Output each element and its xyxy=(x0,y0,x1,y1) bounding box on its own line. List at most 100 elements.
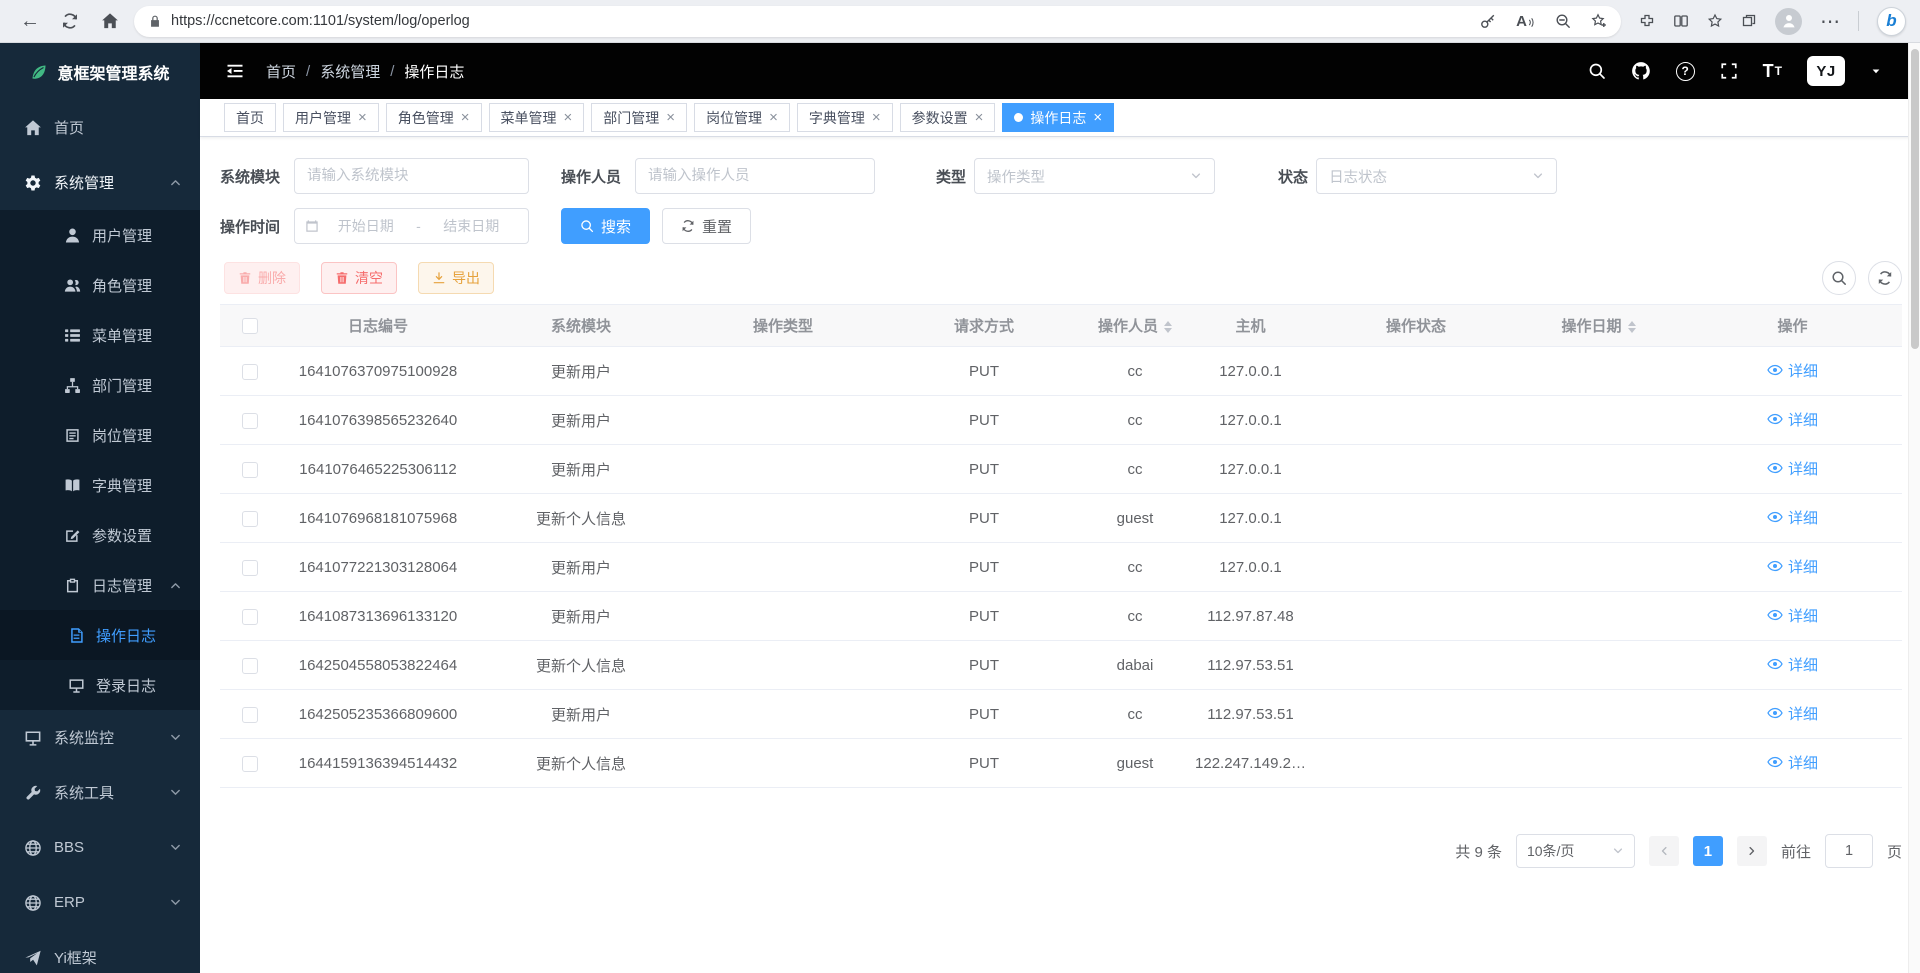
row-checkbox[interactable] xyxy=(242,511,258,527)
module-input[interactable] xyxy=(294,158,529,194)
row-checkbox[interactable] xyxy=(242,560,258,576)
close-icon[interactable]: × xyxy=(666,110,675,125)
copilot-icon[interactable]: b xyxy=(1877,7,1906,36)
col-operator[interactable]: 操作人员 xyxy=(1087,305,1183,347)
detail-link[interactable]: 详细 xyxy=(1767,703,1818,724)
github-icon[interactable] xyxy=(1631,61,1651,81)
sidebar-toggle-icon[interactable] xyxy=(222,58,248,84)
scrollbar[interactable] xyxy=(1908,43,1920,973)
browser-back-icon[interactable]: ← xyxy=(14,5,46,37)
tab-dept-mgmt[interactable]: 部门管理× xyxy=(591,103,687,132)
sidebar-item-role-mgmt[interactable]: 角色管理 xyxy=(0,260,200,310)
sidebar-item-system-monitor[interactable]: 系统监控 xyxy=(0,710,200,765)
font-size-icon[interactable]: TT xyxy=(1763,61,1782,82)
close-icon[interactable]: × xyxy=(1093,110,1102,125)
prev-page-button[interactable] xyxy=(1649,836,1679,866)
close-icon[interactable]: × xyxy=(461,110,470,125)
row-checkbox[interactable] xyxy=(242,364,258,380)
tab-param-settings[interactable]: 参数设置× xyxy=(900,103,996,132)
clear-button[interactable]: 清空 xyxy=(321,262,397,294)
page-size-select[interactable]: 10条/页 xyxy=(1516,834,1635,868)
detail-link[interactable]: 详细 xyxy=(1767,360,1818,381)
detail-link[interactable]: 详细 xyxy=(1767,458,1818,479)
tab-operlog[interactable]: 操作日志× xyxy=(1002,103,1114,132)
tab-role-mgmt[interactable]: 角色管理× xyxy=(386,103,482,132)
sort-carets[interactable] xyxy=(1164,321,1172,333)
close-icon[interactable]: × xyxy=(358,110,367,125)
address-bar[interactable]: https://ccnetcore.com:1101/system/log/op… xyxy=(134,6,1621,37)
toggle-search-button[interactable] xyxy=(1822,261,1856,295)
tab-dict-mgmt[interactable]: 字典管理× xyxy=(797,103,893,132)
status-select[interactable]: 日志状态 xyxy=(1316,158,1557,194)
delete-button[interactable]: 删除 xyxy=(224,262,300,294)
detail-link[interactable]: 详细 xyxy=(1767,605,1818,626)
add-favorite-icon[interactable] xyxy=(1591,12,1607,30)
row-checkbox[interactable] xyxy=(242,707,258,723)
detail-link[interactable]: 详细 xyxy=(1767,556,1818,577)
detail-link[interactable]: 详细 xyxy=(1767,409,1818,430)
browser-refresh-icon[interactable] xyxy=(54,5,86,37)
breadcrumb-home[interactable]: 首页 xyxy=(266,61,296,82)
tab-user-mgmt[interactable]: 用户管理× xyxy=(283,103,379,132)
detail-link[interactable]: 详细 xyxy=(1767,507,1818,528)
export-button[interactable]: 导出 xyxy=(418,262,494,294)
row-checkbox[interactable] xyxy=(242,756,258,772)
help-icon[interactable]: ? xyxy=(1676,62,1695,81)
sidebar-item-user-mgmt[interactable]: 用户管理 xyxy=(0,210,200,260)
zoom-icon[interactable] xyxy=(1555,12,1571,30)
user-avatar[interactable]: YJ xyxy=(1807,56,1845,86)
close-icon[interactable]: × xyxy=(564,110,573,125)
detail-link[interactable]: 详细 xyxy=(1767,752,1818,773)
sidebar-item-loginlog[interactable]: 登录日志 xyxy=(0,660,200,710)
sidebar-item-system-tools[interactable]: 系统工具 xyxy=(0,765,200,820)
tab-post-mgmt[interactable]: 岗位管理× xyxy=(694,103,790,132)
scrollbar-thumb[interactable] xyxy=(1911,49,1919,349)
sidebar-item-yi-framework[interactable]: Yi框架 xyxy=(0,930,200,973)
close-icon[interactable]: × xyxy=(769,110,778,125)
sidebar-item-menu-mgmt[interactable]: 菜单管理 xyxy=(0,310,200,360)
row-checkbox[interactable] xyxy=(242,609,258,625)
search-button[interactable]: 搜索 xyxy=(561,208,650,244)
breadcrumb-system-mgmt[interactable]: 系统管理 xyxy=(320,61,380,82)
col-date[interactable]: 操作日期 xyxy=(1514,305,1683,347)
sidebar-item-operlog[interactable]: 操作日志 xyxy=(0,610,200,660)
next-page-button[interactable] xyxy=(1737,836,1767,866)
browser-more-icon[interactable]: ⋯ xyxy=(1820,9,1840,34)
search-icon[interactable] xyxy=(1588,62,1606,80)
password-key-icon[interactable] xyxy=(1480,12,1496,30)
url-text[interactable]: https://ccnetcore.com:1101/system/log/op… xyxy=(171,13,470,29)
detail-link[interactable]: 详细 xyxy=(1767,654,1818,675)
sidebar-item-system-mgmt[interactable]: 系统管理 xyxy=(0,155,200,210)
tab-menu-mgmt[interactable]: 菜单管理× xyxy=(489,103,585,132)
browser-home-icon[interactable] xyxy=(94,5,126,37)
sidebar-item-bbs[interactable]: BBS xyxy=(0,820,200,875)
close-icon[interactable]: × xyxy=(872,110,881,125)
goto-page-input[interactable] xyxy=(1825,834,1873,868)
sort-carets[interactable] xyxy=(1628,321,1636,333)
sidebar-item-dept-mgmt[interactable]: 部门管理 xyxy=(0,360,200,410)
sidebar-item-param-settings[interactable]: 参数设置 xyxy=(0,510,200,560)
tab-home[interactable]: 首页 xyxy=(224,103,276,132)
select-all-checkbox[interactable] xyxy=(242,318,258,334)
fullscreen-icon[interactable] xyxy=(1720,62,1738,80)
sidebar-item-home[interactable]: 首页 xyxy=(0,100,200,155)
chevron-down-icon[interactable] xyxy=(1870,65,1882,77)
split-screen-icon[interactable] xyxy=(1673,12,1689,30)
sidebar-item-log-mgmt[interactable]: 日志管理 xyxy=(0,560,200,610)
sidebar-item-erp[interactable]: ERP xyxy=(0,875,200,930)
date-range-input[interactable]: 开始日期 - 结束日期 xyxy=(294,208,529,244)
collections-icon[interactable] xyxy=(1741,12,1757,30)
row-checkbox[interactable] xyxy=(242,413,258,429)
read-aloud-icon[interactable]: A xyxy=(1516,13,1535,30)
row-checkbox[interactable] xyxy=(242,462,258,478)
type-select[interactable]: 操作类型 xyxy=(974,158,1215,194)
close-icon[interactable]: × xyxy=(975,110,984,125)
sidebar-item-dict-mgmt[interactable]: 字典管理 xyxy=(0,460,200,510)
reset-button[interactable]: 重置 xyxy=(662,208,751,244)
sidebar-item-post-mgmt[interactable]: 岗位管理 xyxy=(0,410,200,460)
refresh-table-button[interactable] xyxy=(1868,261,1902,295)
page-number-1[interactable]: 1 xyxy=(1693,836,1723,866)
row-checkbox[interactable] xyxy=(242,658,258,674)
operator-input[interactable] xyxy=(635,158,875,194)
profile-avatar[interactable] xyxy=(1775,8,1802,35)
